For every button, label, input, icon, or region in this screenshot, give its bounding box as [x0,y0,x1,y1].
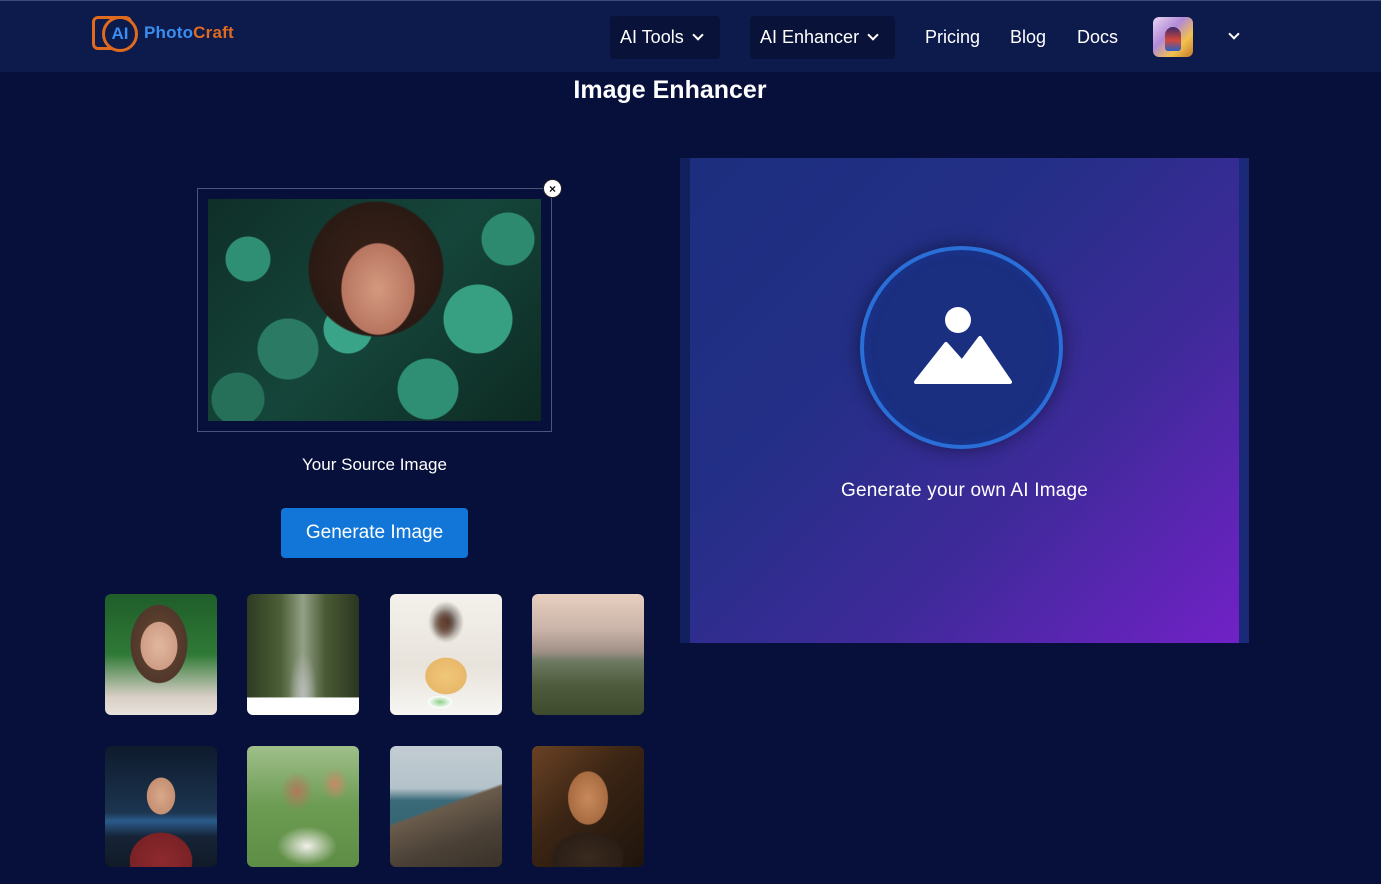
generate-image-button[interactable]: Generate Image [281,508,468,558]
chevron-down-icon [1228,28,1240,40]
sample-thumbnail-woman-eating[interactable] [390,594,502,715]
page-title: Image Enhancer [573,76,767,104]
sample-thumbnail-man-portrait[interactable] [105,746,217,867]
source-image [208,199,541,421]
source-image-frame [197,188,552,432]
top-navigation-bar: AI PhotoCraft AI Tools AI Enhancer Prici… [0,0,1381,72]
output-placeholder-caption: Generate your own AI Image [840,480,1089,501]
image-placeholder-circle [860,246,1063,449]
user-avatar[interactable] [1153,17,1193,57]
sample-thumbnail-mother-daughter[interactable] [247,746,359,867]
image-placeholder-icon [914,307,1012,384]
close-icon[interactable]: × [543,179,562,198]
nav-ai-tools-label: AI Tools [620,27,684,47]
logo-craft-text: Craft [193,23,234,42]
camera-logo-icon: AI [90,12,142,54]
sample-thumbnail-landscape[interactable] [532,594,644,715]
chevron-down-icon [867,29,879,41]
source-image-caption: Your Source Image [302,455,447,474]
sample-thumbnail-coastline[interactable] [390,746,502,867]
logo-ai-text: AI [102,16,138,52]
nav-pricing-link[interactable]: Pricing [925,27,980,48]
nav-blog-link[interactable]: Blog [1010,27,1046,48]
user-menu-toggle[interactable] [1225,27,1245,47]
nav-ai-tools-dropdown[interactable]: AI Tools [610,16,720,59]
sample-thumbnail-man-suit[interactable] [532,746,644,867]
logo-wordmark: PhotoCraft [144,23,234,43]
nav-ai-enhancer-label: AI Enhancer [760,27,860,47]
chevron-down-icon [692,29,704,41]
sample-thumbnail-woman-portrait[interactable] [105,594,217,715]
sample-thumbnail-forest-road[interactable] [247,594,359,715]
logo-photo-text: Photo [144,23,194,42]
generated-image-panel: Generate your own AI Image [680,158,1249,643]
nav-docs-link[interactable]: Docs [1077,27,1118,48]
nav-ai-enhancer-dropdown[interactable]: AI Enhancer [750,16,895,59]
photocraft-logo[interactable]: AI PhotoCraft [90,11,250,55]
